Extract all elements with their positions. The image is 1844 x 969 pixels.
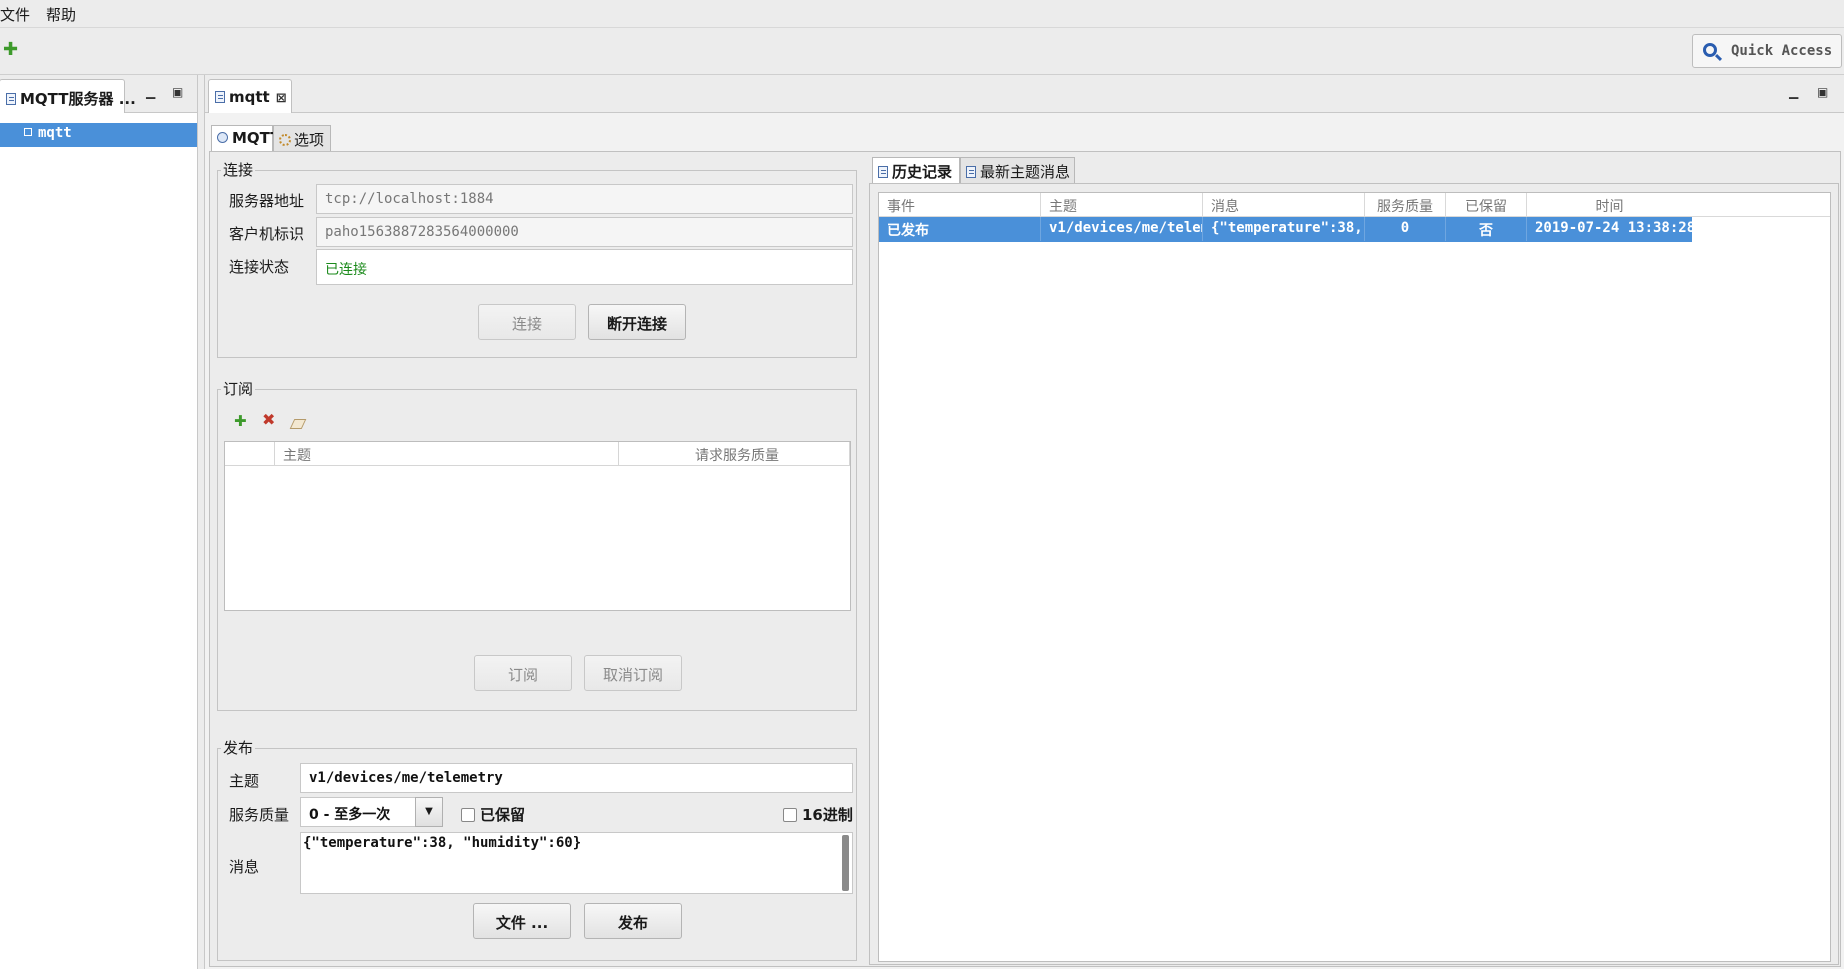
publish-title: 发布	[221, 737, 256, 758]
mqtt-editor-content: MQTT 选项 连接 服务器地址 tcp://localhost:1884 客户…	[209, 125, 1841, 967]
history-table: 事件 主题 消息 服务质量 已保留 时间 已发布 v1/devices/me/t…	[878, 192, 1831, 962]
subscription-col-select	[225, 442, 275, 466]
server-address-label: 服务器地址	[229, 192, 305, 210]
remove-subscription-icon[interactable]: ✖	[262, 410, 275, 429]
file-button[interactable]: 文件 ...	[473, 903, 571, 939]
tab-mqtt-servers-label: MQTT服务器 ...	[20, 90, 136, 108]
subscription-table: 主题 请求服务质量	[224, 441, 851, 611]
tab-mqtt-editor[interactable]: mqtt ⊠	[208, 79, 292, 113]
message-textarea[interactable]: {"temperature":38, "humidity":60}	[300, 832, 853, 894]
clear-icon[interactable]	[289, 415, 307, 433]
tab-history[interactable]: 历史记录	[872, 157, 960, 183]
subscribe-group: 订阅 ✚ ✖ 主题 请求服务质量 订阅 取消订阅	[217, 378, 857, 711]
retained-label: 已保留	[480, 806, 526, 824]
publish-topic-input[interactable]: v1/devices/me/telemetry	[300, 763, 853, 793]
history-cell-retained: 否	[1446, 217, 1527, 241]
client-id-field[interactable]: paho1563887283564000000	[316, 217, 853, 247]
menu-file[interactable]: 文件	[0, 4, 30, 25]
tab-latest-messages[interactable]: 最新主题消息	[960, 157, 1075, 183]
table-row[interactable]: 已发布 v1/devices/me/teleme {"temperature":…	[879, 217, 1692, 242]
connection-status-value: 已连接	[316, 249, 853, 285]
client-id-label: 客户机标识	[229, 225, 305, 243]
tab-latest-label: 最新主题消息	[980, 163, 1071, 181]
history-col-retained[interactable]: 已保留	[1446, 193, 1527, 217]
minimize-icon[interactable]: ▁	[1789, 85, 1798, 99]
hex-label: 16进制	[802, 806, 853, 824]
maximize-icon[interactable]: ▣	[172, 85, 183, 99]
retained-checkbox[interactable]: 已保留	[461, 804, 525, 825]
history-cell-topic: v1/devices/me/teleme	[1041, 217, 1203, 241]
gear-icon	[279, 134, 291, 146]
table-icon	[966, 166, 976, 178]
quick-access-field[interactable]: Quick Access	[1692, 34, 1842, 68]
history-content: 事件 主题 消息 服务质量 已保留 时间 已发布 v1/devices/me/t…	[869, 183, 1839, 965]
quick-access-label: Quick Access	[1731, 43, 1833, 59]
history-cell-event: 已发布	[879, 217, 1041, 241]
server-view-tabbar: MQTT服务器 ... ▁ ▣	[0, 75, 197, 113]
tab-options-label: 选项	[294, 131, 325, 149]
document-icon	[215, 91, 225, 103]
history-panel: 历史记录 最新主题消息 事件 主题 消息 服务质量 已保留 时间 已发布 v1/…	[869, 154, 1839, 965]
publish-topic-label: 主题	[229, 772, 260, 790]
add-subscription-icon[interactable]: ✚	[234, 412, 247, 430]
history-col-qos[interactable]: 服务质量	[1365, 193, 1446, 217]
qos-dropdown-icon[interactable]: ▼	[415, 797, 443, 827]
tab-mqtt-servers[interactable]: MQTT服务器 ...	[0, 79, 136, 113]
server-view: MQTT服务器 ... ▁ ▣ mqtt	[0, 75, 198, 969]
history-col-topic[interactable]: 主题	[1041, 193, 1203, 217]
subscribe-button[interactable]: 订阅	[474, 655, 572, 691]
history-cell-time: 2019-07-24 13:38:28	[1535, 220, 1692, 236]
history-col-message[interactable]: 消息	[1203, 193, 1365, 217]
qos-select[interactable]: 0 - 至多一次	[300, 797, 415, 827]
minimize-icon[interactable]: ▁	[146, 85, 155, 99]
list-icon	[878, 166, 888, 178]
history-cell-message: {"temperature":38, "	[1203, 217, 1365, 241]
document-icon	[6, 93, 16, 105]
tab-mqtt-editor-label: mqtt	[229, 88, 270, 106]
close-icon[interactable]: ⊠	[276, 91, 287, 106]
menu-bar: 文件 帮助	[0, 0, 1844, 28]
message-label: 消息	[229, 858, 260, 876]
history-col-time[interactable]: 时间	[1527, 193, 1692, 217]
maximize-icon[interactable]: ▣	[1817, 85, 1828, 99]
tab-history-label: 历史记录	[892, 163, 953, 181]
publish-group: 发布 主题 v1/devices/me/telemetry 服务质量 0 - 至…	[217, 737, 857, 961]
tree-item-label: mqtt	[38, 125, 72, 141]
main-toolbar: ✚ Quick Access	[0, 29, 1844, 75]
tab-options[interactable]: 选项	[273, 125, 331, 151]
history-header: 事件 主题 消息 服务质量 已保留 时间	[879, 193, 1830, 217]
subscription-col-topic[interactable]: 主题	[275, 442, 619, 466]
tab-mqtt[interactable]: MQTT	[211, 125, 281, 151]
disconnect-button[interactable]: 断开连接	[588, 304, 686, 340]
subscription-col-qos[interactable]: 请求服务质量	[619, 442, 850, 466]
add-server-icon[interactable]: ✚	[3, 41, 18, 59]
connection-title: 连接	[221, 159, 256, 180]
message-scrollbar[interactable]	[842, 835, 849, 891]
history-col-event[interactable]: 事件	[879, 193, 1041, 217]
connection-status-label: 连接状态	[229, 258, 290, 276]
publish-qos-label: 服务质量	[229, 806, 290, 824]
hex-checkbox[interactable]: 16进制	[783, 804, 853, 825]
tree-item-mqtt[interactable]: mqtt	[0, 123, 197, 147]
subscribe-title: 订阅	[221, 378, 256, 399]
server-address-field[interactable]: tcp://localhost:1884	[316, 184, 853, 214]
connection-group: 连接 服务器地址 tcp://localhost:1884 客户机标识 paho…	[217, 159, 857, 358]
connect-button[interactable]: 连接	[478, 304, 576, 340]
menu-help[interactable]: 帮助	[46, 4, 76, 25]
server-icon	[24, 128, 32, 136]
search-icon	[1703, 43, 1717, 57]
editor-area: mqtt ⊠ ▁ ▣ MQTT 选项 连接 服务器地址 tcp://localho…	[204, 75, 1844, 969]
mqtt-icon	[217, 132, 228, 143]
publish-button[interactable]: 发布	[584, 903, 682, 939]
history-cell-qos: 0	[1365, 217, 1446, 241]
unsubscribe-button[interactable]: 取消订阅	[584, 655, 682, 691]
editor-tabbar: mqtt ⊠ ▁ ▣	[205, 75, 1844, 113]
